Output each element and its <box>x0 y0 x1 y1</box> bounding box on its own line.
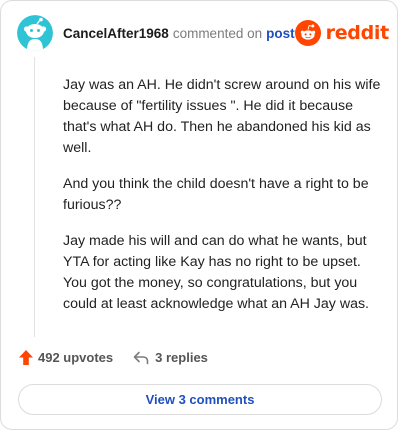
reddit-brand-link[interactable]: reddit <box>294 20 390 46</box>
reddit-logo-icon <box>294 20 321 46</box>
action-text: commented on <box>172 25 263 41</box>
reply-arrow-icon <box>133 351 149 364</box>
comment-meta: CancelAfter1968 commented on post <box>63 26 295 41</box>
replies-count: 3 replies <box>155 350 208 365</box>
comment-paragraph-2: And you think the child doesn't have a r… <box>63 176 369 213</box>
username[interactable]: CancelAfter1968 <box>63 26 169 41</box>
reddit-wordmark: reddit <box>325 22 390 44</box>
avatar[interactable] <box>17 15 53 51</box>
upvote-arrow-icon <box>19 350 33 365</box>
comment-body: Jay was an AH. He didn't screw around on… <box>63 75 383 330</box>
replies-button[interactable]: 3 replies <box>133 350 208 365</box>
comment-footer: 492 upvotes 3 replies <box>19 350 208 365</box>
comment-embed-card: CancelAfter1968 commented on post reddit… <box>0 0 398 430</box>
reddit-snoo-avatar-icon <box>17 15 53 51</box>
upvotes-count: 492 upvotes <box>38 350 114 365</box>
post-link[interactable]: post <box>266 26 295 41</box>
upvote-button[interactable]: 492 upvotes <box>19 350 113 365</box>
view-comments-button[interactable]: View 3 comments <box>18 384 382 415</box>
comment-header: CancelAfter1968 commented on post reddit <box>17 15 389 51</box>
comment-paragraph-1: Jay was an AH. He didn't screw around on… <box>63 77 381 156</box>
comment-paragraph-3: Jay made his will and can do what he wan… <box>63 233 369 312</box>
thread-line <box>34 57 35 337</box>
